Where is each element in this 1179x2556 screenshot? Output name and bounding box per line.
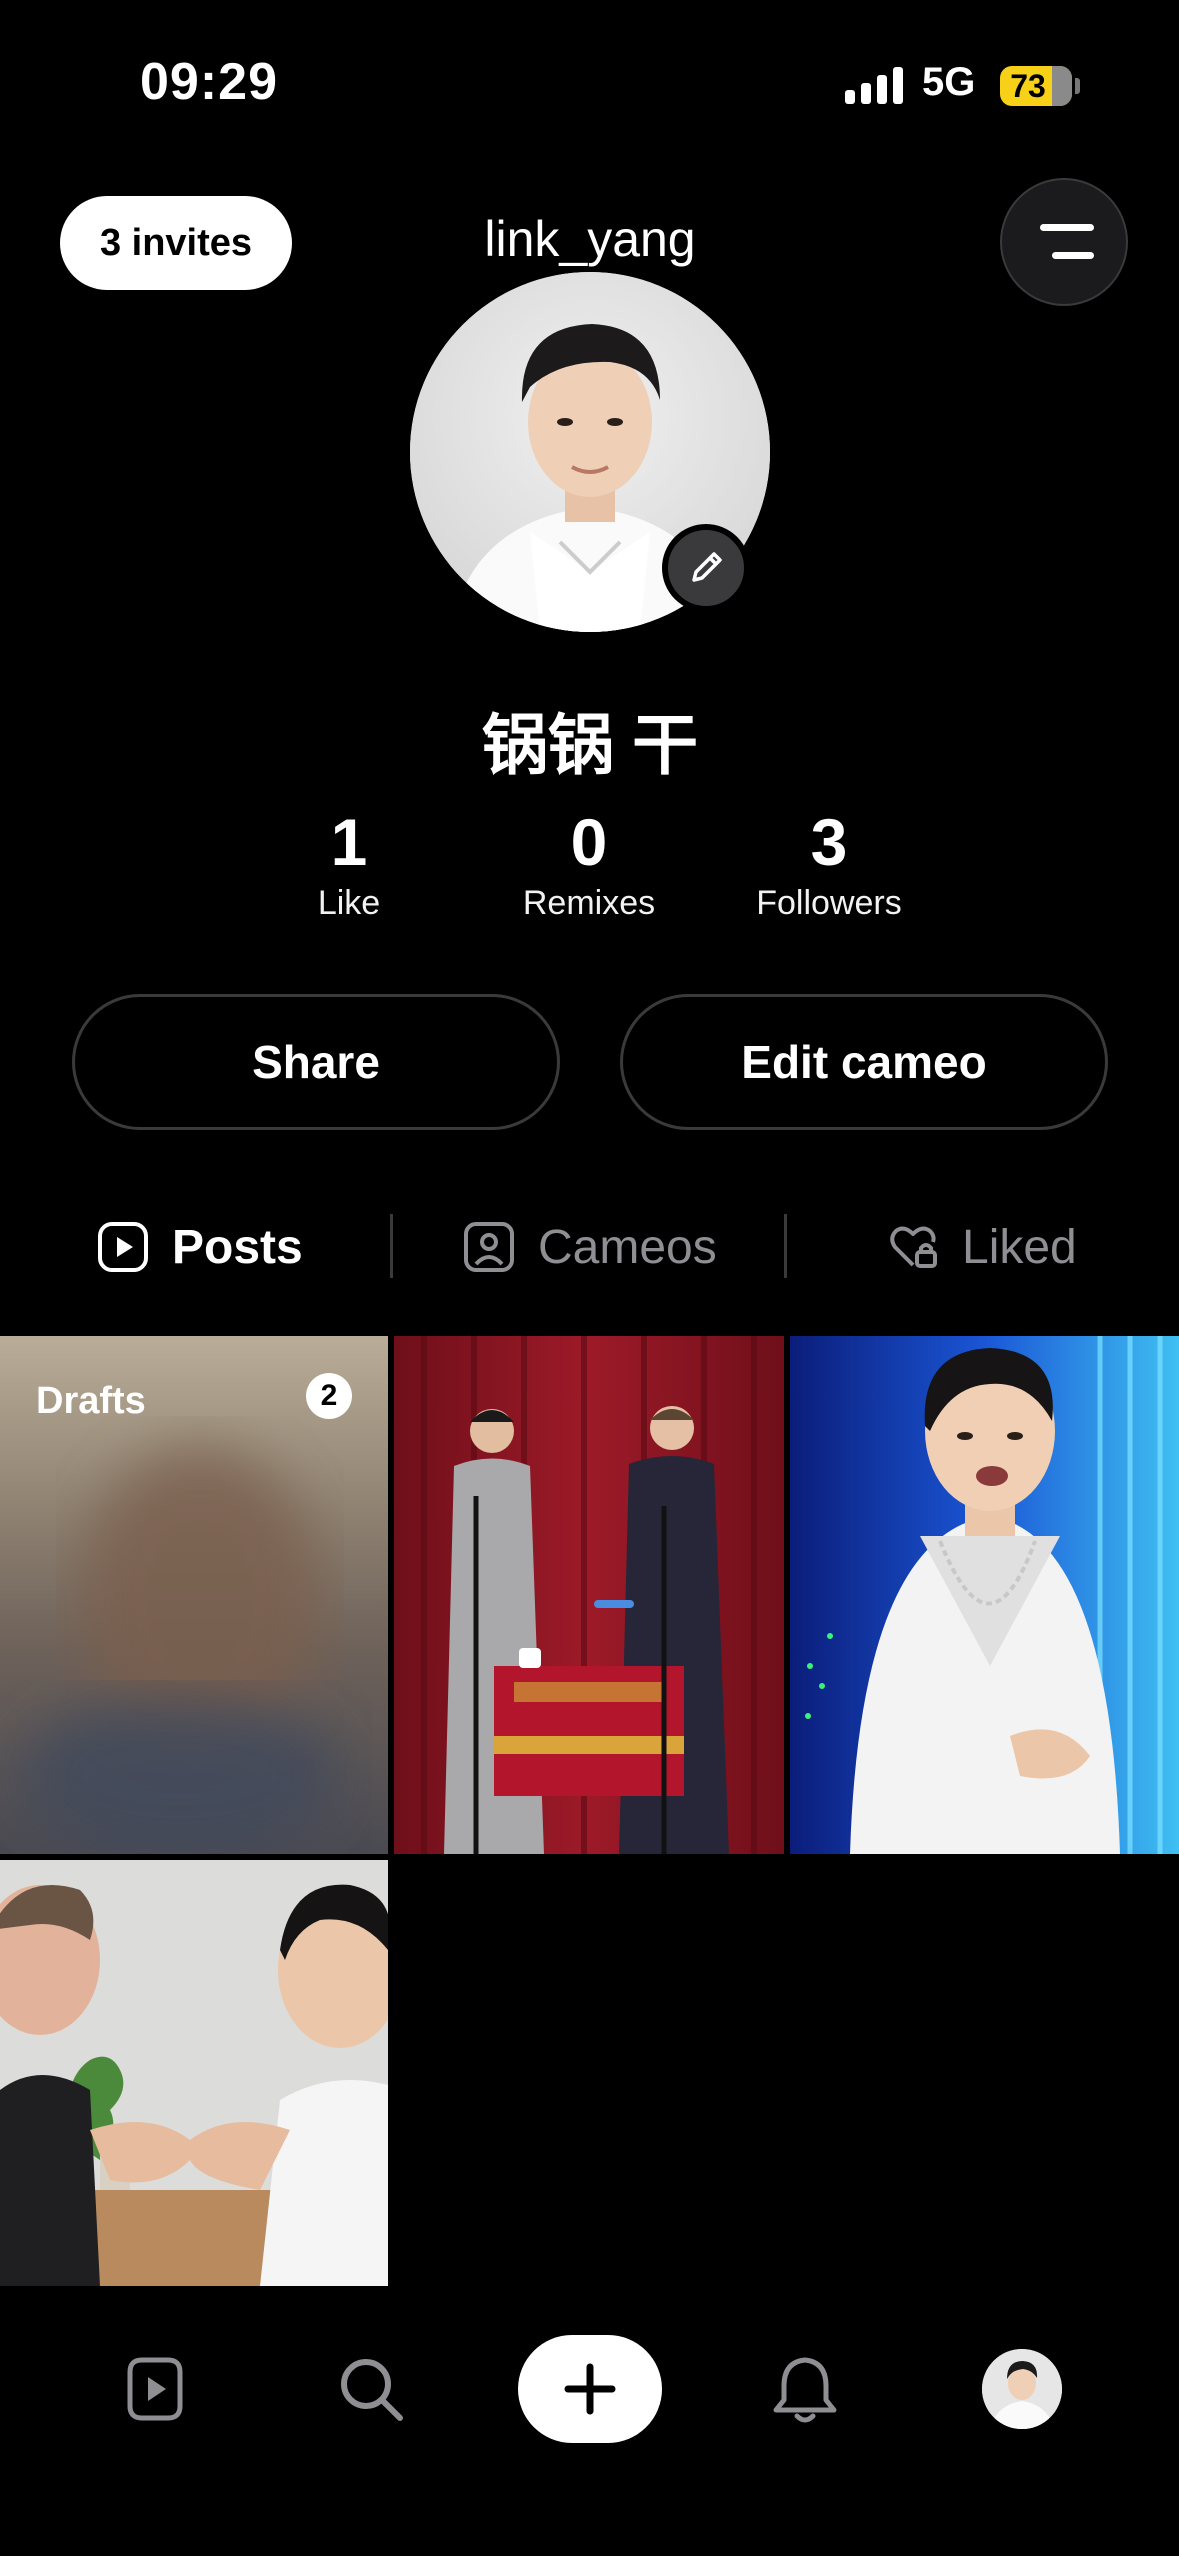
battery-icon: 73 (1000, 66, 1072, 106)
stat-value: 3 (810, 805, 848, 879)
drafts-label: Drafts (36, 1380, 146, 1422)
create-button[interactable] (518, 2335, 662, 2443)
stat-value: 0 (570, 805, 608, 879)
stat-remixes: 0 Remixes (469, 806, 709, 923)
menu-lines-icon (1040, 224, 1094, 231)
tab-divider (390, 1214, 393, 1278)
avatar-illustration (982, 2349, 1062, 2429)
play-square-icon (98, 1222, 148, 1272)
stat-followers[interactable]: 3 Followers (709, 806, 949, 923)
status-time: 09:29 (140, 53, 278, 111)
stat-likes: 1 Like (229, 806, 469, 923)
menu-line (1052, 252, 1094, 259)
profile-username: link_yang (484, 211, 696, 267)
invites-button[interactable]: 3 invites (60, 196, 292, 290)
tab-label: Posts (172, 1220, 303, 1274)
tab-posts[interactable]: Posts (96, 1212, 303, 1282)
tab-label: Liked (962, 1220, 1077, 1274)
post-tile-singer[interactable] (790, 1336, 1179, 1854)
armwrestle-thumbnail (0, 1860, 388, 2286)
tab-cameos[interactable]: Cameos (462, 1212, 717, 1282)
pencil-icon (692, 552, 722, 582)
plus-icon (564, 2363, 616, 2415)
stat-label: Like (317, 884, 381, 922)
stat-value: 1 (330, 805, 368, 879)
tab-label: Cameos (538, 1220, 717, 1274)
share-button[interactable]: Share (72, 994, 560, 1130)
tab-liked[interactable]: Liked (886, 1212, 1077, 1282)
person-square-icon (464, 1222, 514, 1272)
stat-label: Remixes (522, 884, 656, 922)
drafts-count-badge: 2 (306, 1373, 352, 1419)
crosstalk-thumbnail (394, 1336, 784, 1854)
network-type: 5G (922, 60, 976, 104)
display-name: 锅锅 干 (481, 708, 699, 782)
profile-avatar-nav[interactable] (982, 2349, 1062, 2429)
feed-icon[interactable] (118, 2352, 192, 2426)
edit-avatar-button[interactable] (662, 524, 750, 612)
heart-lock-icon (890, 1226, 937, 1268)
stat-label: Followers (756, 884, 902, 922)
post-tile-crosstalk[interactable] (394, 1336, 784, 1854)
bell-icon[interactable] (768, 2352, 842, 2426)
tab-divider (784, 1214, 787, 1278)
signal-icon (845, 67, 903, 104)
menu-button[interactable] (1000, 178, 1128, 306)
battery-tip (1075, 78, 1080, 94)
edit-cameo-button[interactable]: Edit cameo (620, 994, 1108, 1130)
post-tile-armwrestle[interactable] (0, 1860, 388, 2286)
singer-thumbnail (790, 1336, 1179, 1854)
search-icon[interactable] (334, 2352, 408, 2426)
battery-level: 73 (1010, 68, 1046, 104)
